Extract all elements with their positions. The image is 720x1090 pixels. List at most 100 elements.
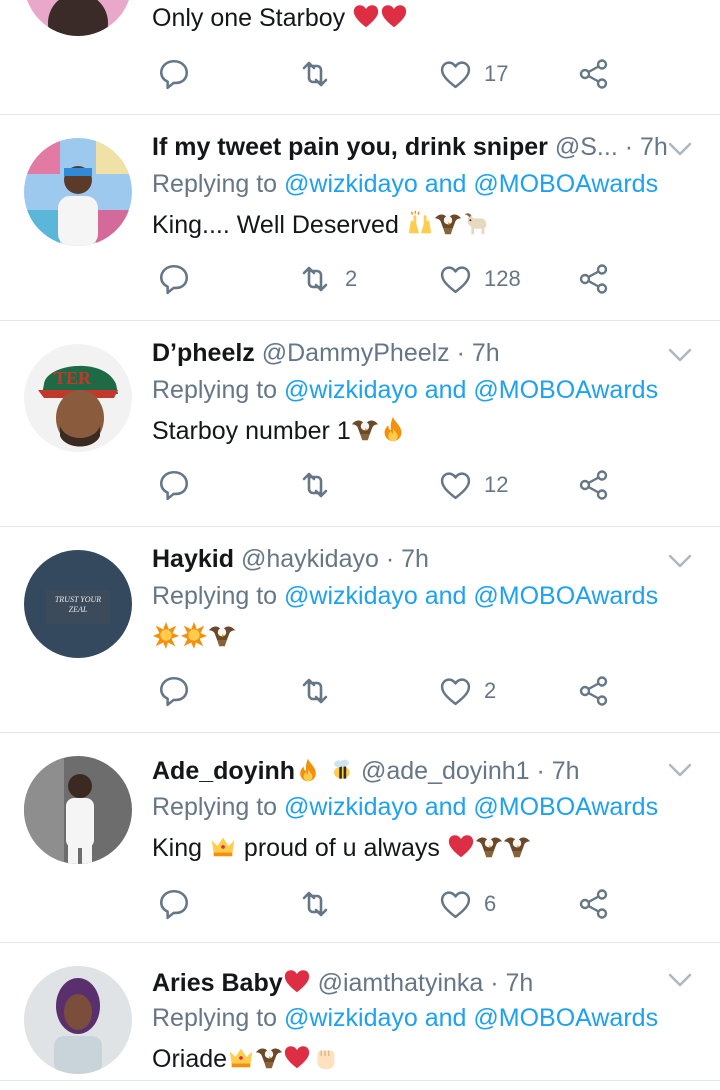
share-button[interactable]: [578, 671, 610, 711]
timestamp[interactable]: 7h: [552, 757, 580, 785]
tweet-partial[interactable]: Only one Starboy 17: [0, 0, 720, 115]
tweet-header: Aries Baby @iamthatyinka · 7h: [152, 967, 533, 998]
avatar[interactable]: [24, 966, 132, 1074]
tweet-text: Oriade: [152, 1043, 339, 1074]
chevron-down-icon[interactable]: [668, 348, 692, 362]
display-name[interactable]: If my tweet pain you, drink sniper: [152, 133, 548, 161]
chevron-down-icon[interactable]: [668, 554, 692, 568]
reply-prefix: Replying to: [152, 376, 285, 404]
retweet-button[interactable]: 2: [297, 259, 357, 299]
tweet-header: Ade_doyinh @ade_doyinh1 · 7h: [152, 756, 580, 786]
avatar[interactable]: [24, 756, 132, 864]
eagle-emoji: [434, 209, 462, 237]
chevron-down-icon[interactable]: [668, 973, 692, 987]
tweet[interactable]: Aries Baby @iamthatyinka · 7h Replying t…: [0, 943, 720, 1081]
eagle-emoji: [255, 1043, 283, 1071]
like-button[interactable]: 2: [439, 671, 496, 711]
reply-mentions-link[interactable]: @wizkidayo and @MOBOAwards: [284, 376, 658, 404]
tweet-header: D’pheelz @DammyPheelz · 7h: [152, 338, 500, 368]
share-button[interactable]: [578, 884, 610, 924]
reply-mentions-link[interactable]: @wizkidayo and @MOBOAwards: [284, 582, 658, 610]
goat-emoji: [462, 209, 490, 237]
replying-to: Replying to @wizkidayo and @MOBOAwards: [152, 169, 658, 199]
user-handle[interactable]: @iamthatyinka: [318, 969, 484, 997]
avatar[interactable]: TER: [24, 344, 132, 452]
tweet-actions: 6: [152, 884, 632, 924]
like-icon: [439, 469, 472, 502]
reply-mentions-link[interactable]: @wizkidayo and @MOBOAwards: [284, 170, 658, 198]
retweet-icon: [297, 888, 333, 920]
retweet-icon: [297, 675, 333, 707]
replying-to: Replying to @wizkidayo and @MOBOAwards: [152, 581, 658, 611]
retweet-icon: [297, 58, 333, 90]
avatar-text: TRUST YOUR: [55, 595, 101, 604]
reply-mentions-link[interactable]: @wizkidayo and @MOBOAwards: [284, 1004, 658, 1032]
share-icon: [578, 888, 610, 920]
reply-button[interactable]: [157, 54, 191, 94]
share-button[interactable]: [578, 259, 610, 299]
reply-button[interactable]: [157, 884, 191, 924]
like-button[interactable]: 17: [439, 54, 508, 94]
user-handle[interactable]: @haykidayo: [241, 545, 379, 573]
timestamp[interactable]: 7h: [506, 969, 534, 997]
chevron-down-icon[interactable]: [668, 763, 692, 777]
display-name[interactable]: D’pheelz: [152, 339, 255, 367]
share-icon: [578, 58, 610, 90]
heart-emoji: [447, 832, 475, 860]
reply-prefix: Replying to: [152, 1004, 285, 1032]
tweet[interactable]: If my tweet pain you, drink sniper @S...…: [0, 115, 720, 321]
tweet[interactable]: TRUST YOUR ZEAL Haykid @haykidayo · 7h Re…: [0, 527, 720, 733]
tweet[interactable]: TER D’pheelz @DammyPheelz · 7h Replying …: [0, 321, 720, 527]
retweet-button[interactable]: [297, 465, 333, 505]
user-handle[interactable]: @DammyPheelz: [262, 339, 450, 367]
avatar[interactable]: [24, 138, 132, 246]
reply-button[interactable]: [157, 259, 191, 299]
reply-button[interactable]: [157, 465, 191, 505]
like-count: 12: [484, 472, 509, 497]
like-button[interactable]: 12: [439, 465, 508, 505]
display-name[interactable]: Haykid: [152, 545, 234, 573]
chevron-down-icon[interactable]: [668, 142, 692, 156]
raised-fist-emoji: [311, 1043, 339, 1071]
tweet[interactable]: Ade_doyinh @ade_doyinh1 · 7h Replying to…: [0, 733, 720, 943]
tweet-text: Starboy number 1: [152, 415, 407, 446]
share-button[interactable]: [578, 54, 610, 94]
separator: ·: [483, 969, 506, 997]
separator: ·: [449, 339, 472, 367]
reply-icon: [157, 57, 191, 91]
fire-emoji: [379, 415, 407, 443]
collision-emoji: [152, 621, 180, 649]
reply-icon: [157, 262, 191, 296]
separator: ·: [378, 545, 402, 573]
like-icon: [439, 58, 472, 91]
retweet-button[interactable]: [297, 671, 333, 711]
retweet-icon: [297, 263, 333, 295]
timestamp[interactable]: 7h: [472, 339, 500, 367]
reply-prefix: Replying to: [152, 582, 285, 610]
like-icon: [439, 263, 472, 296]
avatar[interactable]: [24, 0, 132, 36]
collision-emoji: [180, 621, 208, 649]
like-button[interactable]: 128: [439, 259, 521, 299]
avatar[interactable]: TRUST YOUR ZEAL: [24, 550, 132, 658]
timestamp[interactable]: 7h: [640, 133, 668, 161]
reply-icon: [157, 468, 191, 502]
retweet-icon: [297, 469, 333, 501]
separator: ·: [617, 133, 640, 161]
like-count: 6: [484, 891, 497, 916]
tweet-header: If my tweet pain you, drink sniper @S...…: [152, 132, 668, 162]
user-handle[interactable]: @ade_doyinh1: [361, 757, 530, 785]
retweet-button[interactable]: [297, 54, 333, 94]
retweet-button[interactable]: [297, 884, 333, 924]
share-button[interactable]: [578, 465, 610, 505]
display-name[interactable]: Aries Baby: [152, 969, 283, 997]
display-name[interactable]: Ade_doyinh: [152, 757, 295, 785]
tweet-actions: 17: [152, 54, 632, 94]
like-button[interactable]: 6: [439, 884, 496, 924]
timestamp[interactable]: 7h: [401, 545, 429, 573]
reply-icon: [157, 887, 191, 921]
reply-mentions-link[interactable]: @wizkidayo and @MOBOAwards: [284, 793, 658, 821]
user-handle[interactable]: @S...: [555, 133, 618, 161]
replying-to: Replying to @wizkidayo and @MOBOAwards: [152, 792, 658, 822]
reply-button[interactable]: [157, 671, 191, 711]
